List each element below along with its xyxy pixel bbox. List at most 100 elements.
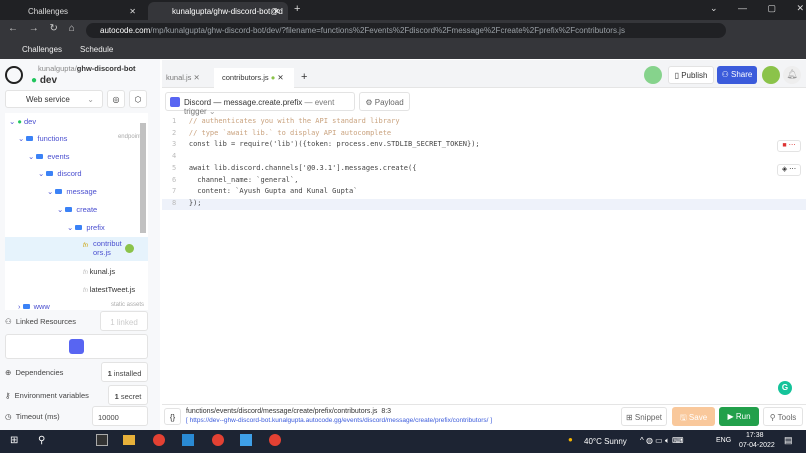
code-line[interactable]: 3 const lib = require('lib')({token: pro… (172, 139, 480, 151)
linked-resources-label: ⚇ Linked Resources (5, 317, 76, 326)
project-path: kunalgupta/ghw-discord-bot (38, 64, 136, 73)
tree-item-prefix[interactable]: ⌄ prefix (67, 223, 105, 237)
code-line[interactable]: 1 // authenticates you with the API stan… (172, 116, 480, 128)
trigger-select[interactable]: Discord — message.create.prefix — event … (165, 92, 355, 111)
chrome-profile-icon[interactable] (269, 434, 281, 446)
discord-icon (170, 97, 180, 107)
code-text: content: `Ayush Gupta and Kunal Gupta` (189, 187, 358, 195)
timeout-input[interactable]: 10000 (92, 406, 148, 426)
line-number: 7 (172, 187, 189, 195)
env-label[interactable]: ● dev (31, 75, 57, 86)
linked-resources-box (5, 334, 148, 359)
line-number: 6 (172, 176, 189, 184)
dependencies-label: ⊕ Dependencies (5, 368, 63, 377)
line-number: 8 (172, 199, 189, 207)
account-avatar[interactable] (762, 66, 780, 84)
browser-tab-autocode[interactable]: kunalgupta/ghw-discord-bot@d✕ (148, 2, 288, 20)
grammarly-icon[interactable]: G (778, 381, 792, 395)
env-vars-label: ⚷ Environment variables (5, 391, 89, 400)
tree-item-discord[interactable]: ⌄ discord (38, 169, 82, 183)
notifications-icon[interactable]: ▤ (784, 435, 793, 446)
code-text: }); (189, 199, 202, 207)
tree-item-dev[interactable]: ⌄ ● dev (9, 117, 36, 131)
code-text: const lib = require('lib')({token: proce… (189, 140, 480, 148)
weather-icon: ● (568, 435, 573, 444)
browser-tab-bar: Challenges✕ kunalgupta/ghw-discord-bot@d… (0, 0, 806, 20)
windows-start-icon[interactable]: ⊞ (10, 435, 18, 446)
language-indicator[interactable]: ENG (716, 437, 731, 444)
app-icon[interactable] (96, 434, 108, 446)
tree-item-message[interactable]: ⌄ message (47, 187, 97, 201)
photos-icon[interactable] (240, 434, 252, 446)
vscode-icon[interactable] (182, 434, 194, 446)
new-file-button[interactable]: + (301, 71, 307, 83)
line-number: 4 (172, 152, 189, 160)
weather-text[interactable]: 40°C Sunny (584, 437, 627, 446)
linked-button[interactable]: 1 linked (100, 311, 148, 331)
env-vars-button[interactable]: 1 secret (108, 385, 148, 405)
code-line[interactable]: 4 (172, 151, 480, 163)
chrome-profile-icon[interactable] (212, 434, 224, 446)
service-select[interactable]: Web service⌄ (5, 90, 103, 108)
code-line[interactable]: 2 // type `await lib.` to display API au… (172, 128, 480, 140)
settings-button[interactable]: ◎ (107, 90, 125, 108)
run-button[interactable]: ▶ Run (719, 407, 759, 426)
format-button[interactable]: {} (164, 408, 181, 425)
code-text: channel_name: `general`, (189, 176, 299, 184)
clock-time[interactable]: 17:38 (746, 432, 764, 439)
file-path: functions/events/discord/message/create/… (186, 408, 391, 415)
tree-item-kunal[interactable]: fn kunal.js (83, 267, 115, 281)
code-editor[interactable]: 1 // authenticates you with the API stan… (172, 116, 480, 210)
share-button[interactable]: ⚇ Share (717, 66, 757, 84)
code-line[interactable]: 6 channel_name: `general`, (172, 175, 480, 187)
tree-item-events[interactable]: ⌄ events (28, 152, 69, 166)
tree-item-latesttweet[interactable]: fn latestTweet.js (83, 285, 135, 299)
tray-icons[interactable]: ^ ◍ ▭ 🔈︎ ⌨ (640, 436, 684, 446)
chrome-icon[interactable] (153, 434, 165, 446)
snippet-button[interactable]: ⊞ Snippet (621, 407, 667, 426)
code-text: // type `await lib.` to display API auto… (189, 129, 391, 137)
bookmark-challenges[interactable]: Challenges (22, 45, 62, 54)
code-text: await lib.discord.channels['@0.3.1'].mes… (189, 164, 417, 172)
discord-icon[interactable] (69, 339, 84, 354)
new-tab-button[interactable]: + (294, 3, 300, 15)
payload-button[interactable]: ⚙ Payload (359, 92, 410, 111)
bookmark-schedule[interactable]: Schedule (80, 45, 113, 54)
line-number: 3 (172, 140, 189, 148)
bookmarks-bar: Challenges Schedule (0, 40, 806, 59)
file-explorer-icon[interactable] (123, 435, 135, 445)
publish-button[interactable]: ▯ Publish (668, 66, 714, 84)
browser-tab-challenges[interactable]: Challenges✕ (4, 2, 144, 20)
tree-item-functions[interactable]: ⌄ functionsendpoints (18, 134, 144, 148)
npm-button[interactable]: ■ ⋯ (777, 140, 801, 152)
user-avatar[interactable] (644, 66, 662, 84)
nav-buttons[interactable]: ← → ↻ ⌂ (8, 23, 75, 34)
endpoint-url[interactable]: [ https://dev--ghw-discord-bot.kunalgupt… (186, 417, 492, 424)
url-input[interactable]: autocode.com/mp/kunalgupta/ghw-discord-b… (86, 23, 726, 38)
autocode-logo-icon[interactable] (5, 66, 23, 84)
tree-scrollbar[interactable] (140, 123, 146, 233)
tools-button[interactable]: ⚲ Tools (763, 407, 803, 426)
widget-button[interactable]: ◈ ⋯ (777, 164, 801, 176)
tab-kunal[interactable]: kunal.js ✕ (166, 73, 200, 82)
tree-item-create[interactable]: ⌄ create (57, 205, 97, 219)
code-line[interactable]: 8 }); (172, 198, 480, 210)
save-button[interactable]: 🖫 Save (672, 407, 715, 426)
window-controls[interactable]: ⌄ — ▢ ✕ (710, 3, 804, 14)
dependencies-button[interactable]: 1 installed (101, 362, 148, 382)
tree-item-www[interactable]: › wwwstatic assets (18, 302, 144, 310)
close-icon[interactable]: ✕ (273, 7, 280, 16)
code-text: // authenticates you with the API standa… (189, 117, 400, 125)
line-number: 5 (172, 164, 189, 172)
package-button[interactable]: ⬡ (129, 90, 147, 108)
bell-icon[interactable]: 🔔︎ (783, 66, 801, 84)
collaborator-avatar (125, 244, 134, 253)
code-line[interactable]: 5 await lib.discord.channels['@0.3.1'].m… (172, 163, 480, 175)
close-icon[interactable]: ✕ (129, 7, 136, 16)
search-icon[interactable]: ⚲ (38, 435, 45, 446)
code-line[interactable]: 7 content: `Ayush Gupta and Kunal Gupta` (172, 186, 480, 198)
line-number: 1 (172, 117, 189, 125)
tab-contributors[interactable]: contributors.js ● ✕ (214, 68, 294, 88)
clock-date[interactable]: 07-04-2022 (739, 442, 775, 449)
tree-item-contributors[interactable]: fn contribut ors.js (5, 237, 148, 261)
